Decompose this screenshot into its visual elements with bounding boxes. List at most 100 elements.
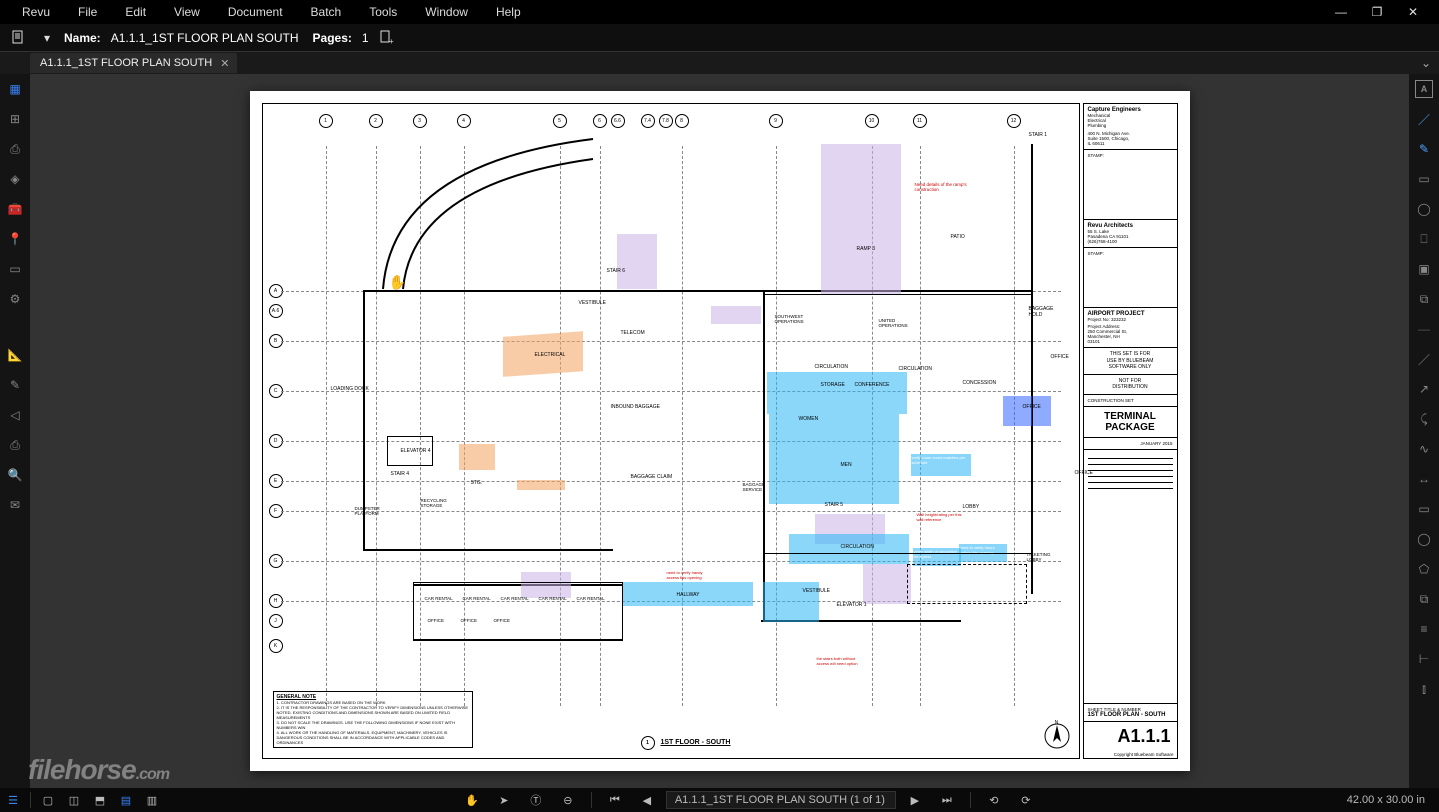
- dimension-tool-icon[interactable]: ↔: [1415, 470, 1433, 488]
- select-tool-icon[interactable]: ➤: [491, 794, 517, 807]
- page-indicator-label: A1.1.1_1ST FLOOR PLAN SOUTH (1 of 1): [675, 794, 885, 806]
- drawing-border: 1 2 3 4 5 6 6.6 7.4 7.8 8 9 10: [262, 103, 1080, 759]
- highlighter-icon[interactable]: ／: [1415, 110, 1433, 128]
- prev-page-icon[interactable]: ◀: [634, 794, 660, 807]
- titleblock: Capture Engineers Mechanical Electrical …: [1083, 103, 1178, 759]
- menu-help[interactable]: Help: [482, 5, 535, 19]
- rectangle-tool-icon[interactable]: ▭: [1415, 500, 1433, 518]
- highlight-lavender: [711, 306, 761, 324]
- window-minimize-button[interactable]: —: [1323, 5, 1359, 19]
- settings-icon[interactable]: ⚙: [6, 290, 24, 308]
- tb-set-label: CONSTRUCTION SET: [1084, 395, 1177, 407]
- room-label: RECYCLING STORAGE: [421, 498, 459, 508]
- polyline-tool-icon[interactable]: ∿: [1415, 440, 1433, 458]
- pen-icon[interactable]: ✎: [1415, 140, 1433, 158]
- arrow-tool-icon[interactable]: ↗: [1415, 380, 1433, 398]
- document-tab-label: A1.1.1_1ST FLOOR PLAN SOUTH: [40, 57, 212, 69]
- menu-batch[interactable]: Batch: [297, 5, 356, 19]
- grid-bubble-row: J: [269, 614, 283, 628]
- plan-title: 1 1ST FLOOR - SOUTH: [641, 736, 731, 750]
- last-page-icon[interactable]: ⏭: [934, 794, 960, 807]
- group-tool-icon[interactable]: ⧉: [1415, 590, 1433, 608]
- menu-edit[interactable]: Edit: [111, 5, 160, 19]
- count-tool-icon[interactable]: ⊢: [1415, 650, 1433, 668]
- room-label: ELEVATOR 1: [837, 602, 867, 608]
- page-indicator[interactable]: A1.1.1_1ST FLOOR PLAN SOUTH (1 of 1): [666, 791, 896, 809]
- line-tool-icon[interactable]: ／: [1415, 350, 1433, 368]
- room-label: STG.: [471, 480, 483, 486]
- multi-page-icon[interactable]: ▥: [139, 794, 165, 807]
- zoom-out-icon[interactable]: ⊖: [555, 794, 581, 807]
- next-page-icon[interactable]: ▶: [902, 794, 928, 807]
- first-page-icon[interactable]: ⏮: [602, 794, 628, 807]
- text-tool-icon[interactable]: A: [1415, 80, 1433, 98]
- new-page-icon[interactable]: +: [375, 27, 397, 49]
- image-tool-icon[interactable]: ▣: [1415, 260, 1433, 278]
- crop-icon[interactable]: ⧉: [1415, 290, 1433, 308]
- sequence-tool-icon[interactable]: ⫾: [1415, 680, 1433, 698]
- file-access-icon[interactable]: [8, 27, 30, 49]
- tb-stamp-label2: STAMP:: [1088, 251, 1173, 256]
- tb-sheet-title: 1ST FLOOR PLAN - SOUTH: [1088, 712, 1173, 718]
- tab-close-icon[interactable]: ✕: [220, 57, 229, 70]
- callout-icon[interactable]: ⎕: [1415, 230, 1433, 248]
- split-vertical-icon[interactable]: ◫: [61, 794, 87, 807]
- shape-icon[interactable]: ◁: [6, 406, 24, 424]
- menu-document[interactable]: Document: [214, 5, 297, 19]
- tb-project-no: Project No: 323232: [1088, 317, 1173, 322]
- prev-view-icon[interactable]: ⟲: [981, 794, 1007, 807]
- room-label: ELECTRICAL: [535, 352, 566, 358]
- window-close-button[interactable]: ✕: [1395, 5, 1431, 19]
- print-icon[interactable]: ⎙: [6, 436, 24, 454]
- plan-wall: [363, 549, 613, 551]
- apps-icon[interactable]: ⊞: [6, 110, 24, 128]
- document-tab[interactable]: A1.1.1_1ST FLOOR PLAN SOUTH ✕: [30, 53, 237, 73]
- places-icon[interactable]: 📍: [6, 230, 24, 248]
- room-label: OFFICE: [1051, 354, 1069, 360]
- grid-bubble-col: 12: [1007, 114, 1021, 128]
- room-label: INBOUND BAGGAGE: [611, 404, 660, 410]
- edit-icon[interactable]: ✎: [6, 376, 24, 394]
- name-label: Name:: [64, 31, 101, 45]
- svg-text:+: +: [389, 37, 394, 46]
- thumbnails-icon[interactable]: ▦: [6, 80, 24, 98]
- plan-partition: [763, 294, 1033, 554]
- grid-bubble-col: 7.4: [641, 114, 655, 128]
- rect-annot-icon[interactable]: ▭: [1415, 170, 1433, 188]
- grid-bubble-col: 5: [553, 114, 567, 128]
- file-dropdown-icon[interactable]: ▾: [36, 27, 58, 49]
- menu-file[interactable]: File: [64, 5, 111, 19]
- menu-view[interactable]: View: [160, 5, 214, 19]
- window-maximize-button[interactable]: ❐: [1359, 5, 1395, 19]
- room-label: STAIR 4: [391, 471, 410, 477]
- text-select-icon[interactable]: Ⓣ: [523, 792, 549, 808]
- measure-icon[interactable]: 📐: [6, 346, 24, 364]
- menu-tools[interactable]: Tools: [355, 5, 411, 19]
- left-tool-panel: ▦ ⊞ ⎙ ◈ 🧰 📍 ▭ ⚙ 📐 ✎ ◁ ⎙ 🔍 ✉: [0, 74, 30, 788]
- status-bar: ☰ ▢ ◫ ⬒ ▤ ▥ ✋ ➤ Ⓣ ⊖ ⏮ ◀ A1.1.1_1ST FLOOR…: [0, 788, 1439, 812]
- align-tool-icon[interactable]: ≡: [1415, 620, 1433, 638]
- ramp-arc: [373, 134, 603, 294]
- continuous-icon[interactable]: ▤: [113, 794, 139, 807]
- next-view-icon[interactable]: ⟳: [1013, 794, 1039, 807]
- tab-overflow-icon[interactable]: ⌄: [1421, 56, 1431, 70]
- search-icon[interactable]: 🔍: [6, 466, 24, 484]
- panel-toggle-icon[interactable]: ☰: [0, 794, 26, 807]
- menu-revu[interactable]: Revu: [8, 5, 64, 19]
- split-horizontal-icon[interactable]: ⬒: [87, 794, 113, 807]
- document-viewport[interactable]: 1 2 3 4 5 6 6.6 7.4 7.8 8 9 10: [30, 74, 1409, 788]
- single-page-icon[interactable]: ▢: [35, 794, 61, 807]
- menu-window[interactable]: Window: [411, 5, 482, 19]
- layers-icon[interactable]: ◈: [6, 170, 24, 188]
- forms-icon[interactable]: ▭: [6, 260, 24, 278]
- pan-tool-icon[interactable]: ✋: [459, 794, 485, 807]
- bookmarks-icon[interactable]: ⎙: [6, 140, 24, 158]
- toolchest-icon[interactable]: 🧰: [6, 200, 24, 218]
- room-label: VESTIBULE: [579, 300, 607, 306]
- ellipse-tool-icon[interactable]: ◯: [1415, 530, 1433, 548]
- general-note-box: GENERAL NOTE 1. CONTRACTOR DRAWINGS ARE …: [273, 691, 473, 748]
- polygon-tool-icon[interactable]: ⬠: [1415, 560, 1433, 578]
- circle-annot-icon[interactable]: ◯: [1415, 200, 1433, 218]
- arc-tool-icon[interactable]: ⤹: [1415, 410, 1433, 428]
- comment-icon[interactable]: ✉: [6, 496, 24, 514]
